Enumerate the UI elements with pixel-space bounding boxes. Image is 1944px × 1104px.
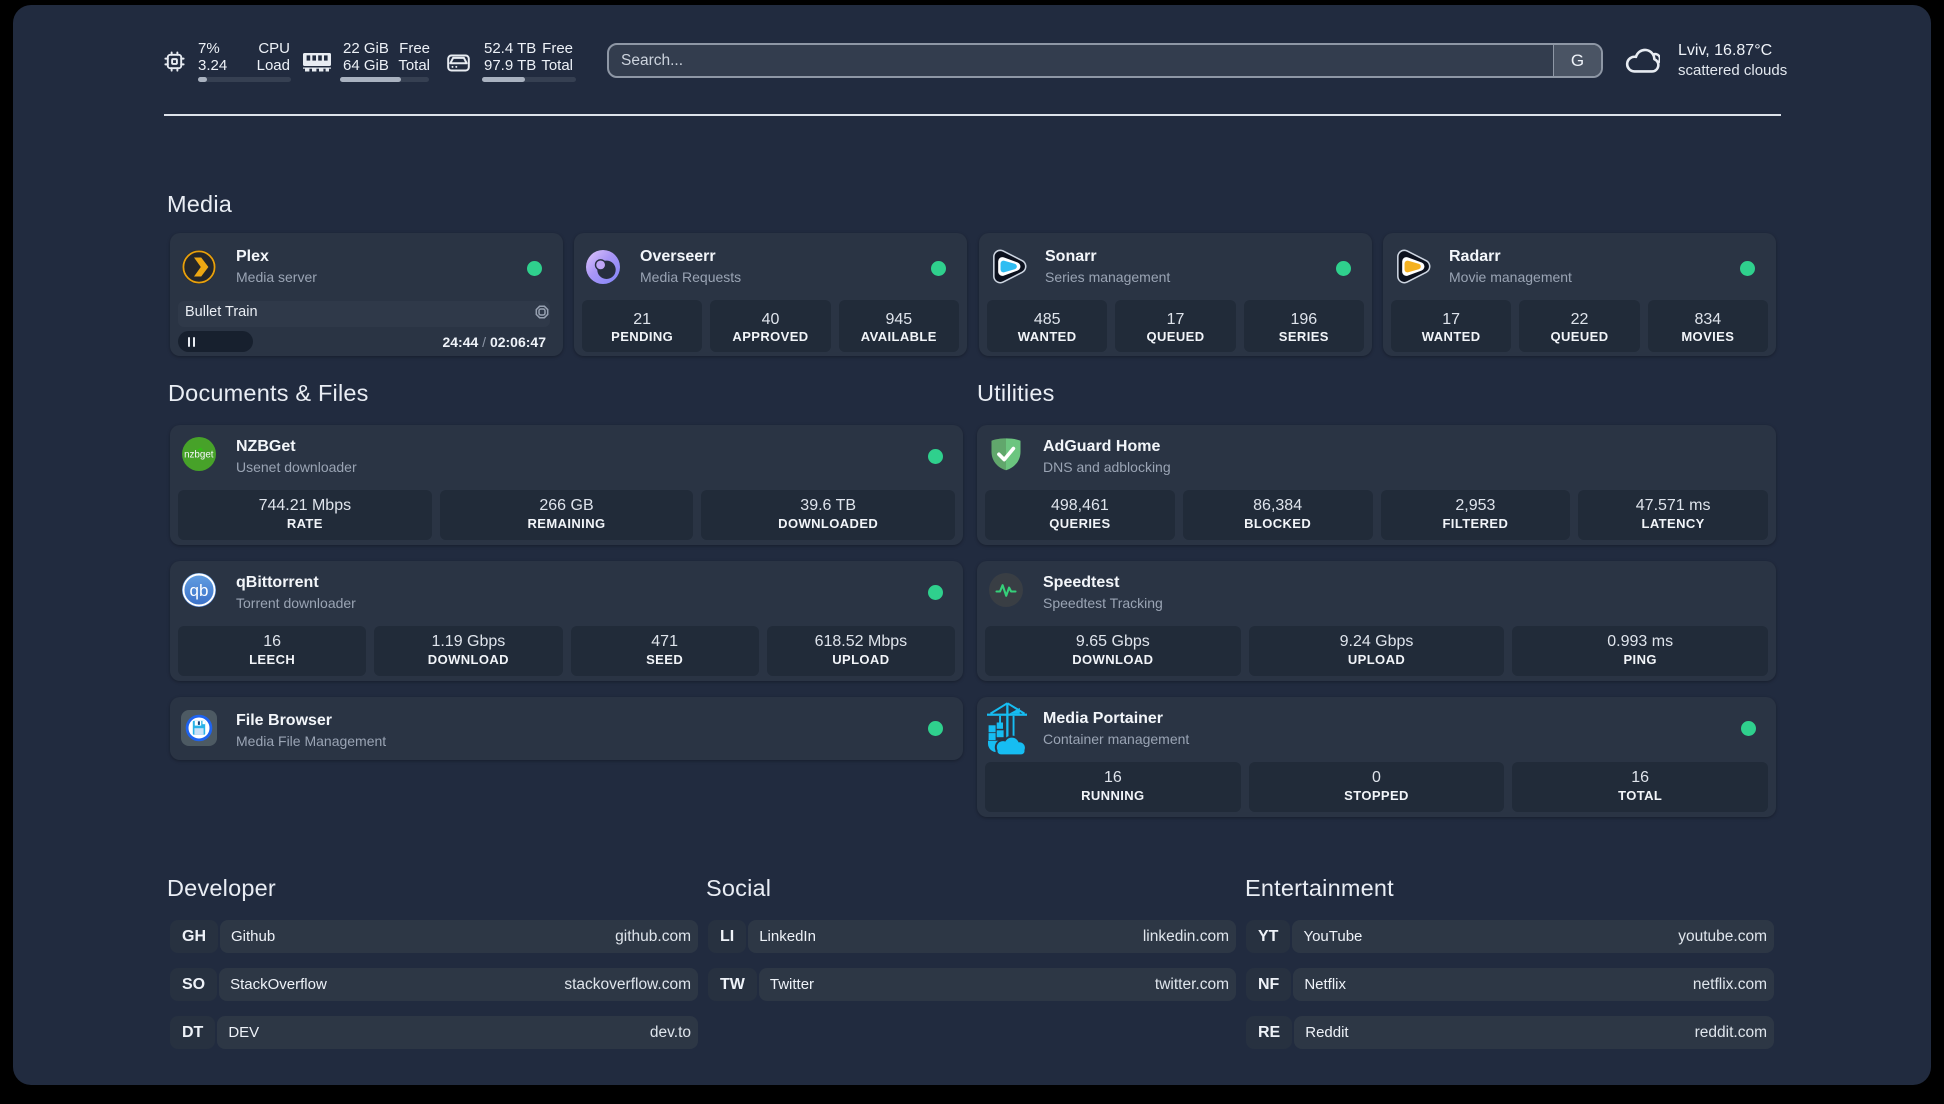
svg-text:qb: qb — [190, 581, 209, 600]
svg-text:nzbget: nzbget — [184, 450, 214, 461]
